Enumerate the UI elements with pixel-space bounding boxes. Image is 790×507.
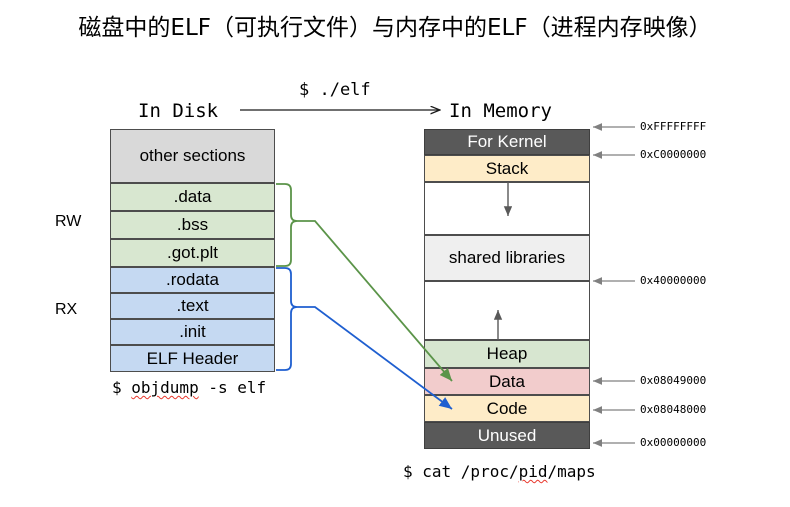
address-label-0x08048000: 0x08048000: [640, 403, 707, 416]
disk-group-label-rw: RW: [55, 213, 82, 230]
page-title: 磁盘中的ELF（可执行文件）与内存中的ELF（进程内存映像）: [78, 15, 712, 41]
objdump-command-program: objdump: [131, 378, 199, 397]
memory-region-code: Code: [424, 395, 590, 422]
run-elf-command: $ ./elf: [299, 80, 371, 100]
address-label-0x40000000: 0x40000000: [640, 274, 707, 287]
disk-section-bss: .bss: [110, 211, 275, 239]
memory-region-stack: Stack: [424, 155, 590, 182]
memory-region-heap: Heap: [424, 340, 590, 368]
disk-section-text: .text: [110, 293, 275, 319]
cat-maps-command-token: pid: [518, 462, 548, 481]
disk-group-label-rx: RX: [55, 301, 78, 318]
memory-region-unused: Unused: [424, 422, 590, 449]
objdump-command: $ objdump -s elf: [112, 378, 266, 397]
cat-maps-command-prefix: $ cat /proc/: [403, 462, 519, 481]
memory-region-for-kernel: For Kernel: [424, 129, 590, 155]
address-label-0x00000000: 0x00000000: [640, 436, 707, 449]
objdump-command-prefix: $: [112, 378, 132, 397]
disk-section-got-plt: .got.plt: [110, 239, 275, 267]
disk-section-other-sections: other sections: [110, 129, 275, 183]
disk-section-rodata: .rodata: [110, 267, 275, 293]
address-label-0xc0000000: 0xC0000000: [640, 148, 707, 161]
rw-group-brace: [276, 183, 298, 267]
address-label-0xffffffff: 0xFFFFFFFF: [640, 120, 707, 133]
slide-canvas: 磁盘中的ELF（可执行文件）与内存中的ELF（进程内存映像） In Disk $…: [0, 0, 790, 507]
disk-section-data: .data: [110, 183, 275, 211]
memory-region-shared-libraries: shared libraries: [424, 235, 590, 281]
disk-section-elf-header: ELF Header: [110, 345, 275, 372]
memory-region-stack-gap: [424, 182, 590, 235]
disk-section-init: .init: [110, 319, 275, 345]
objdump-command-args: -s elf: [198, 378, 267, 397]
address-label-0x08049000: 0x08049000: [640, 374, 707, 387]
cat-maps-command-suffix: /maps: [547, 462, 596, 481]
cat-maps-command: $ cat /proc/pid/maps: [403, 462, 596, 481]
memory-region-data: Data: [424, 368, 590, 395]
in-disk-header: In Disk: [138, 100, 219, 122]
in-memory-header: In Memory: [449, 100, 552, 122]
memory-region-heap-gap: [424, 281, 590, 340]
rx-group-brace: [276, 267, 298, 371]
